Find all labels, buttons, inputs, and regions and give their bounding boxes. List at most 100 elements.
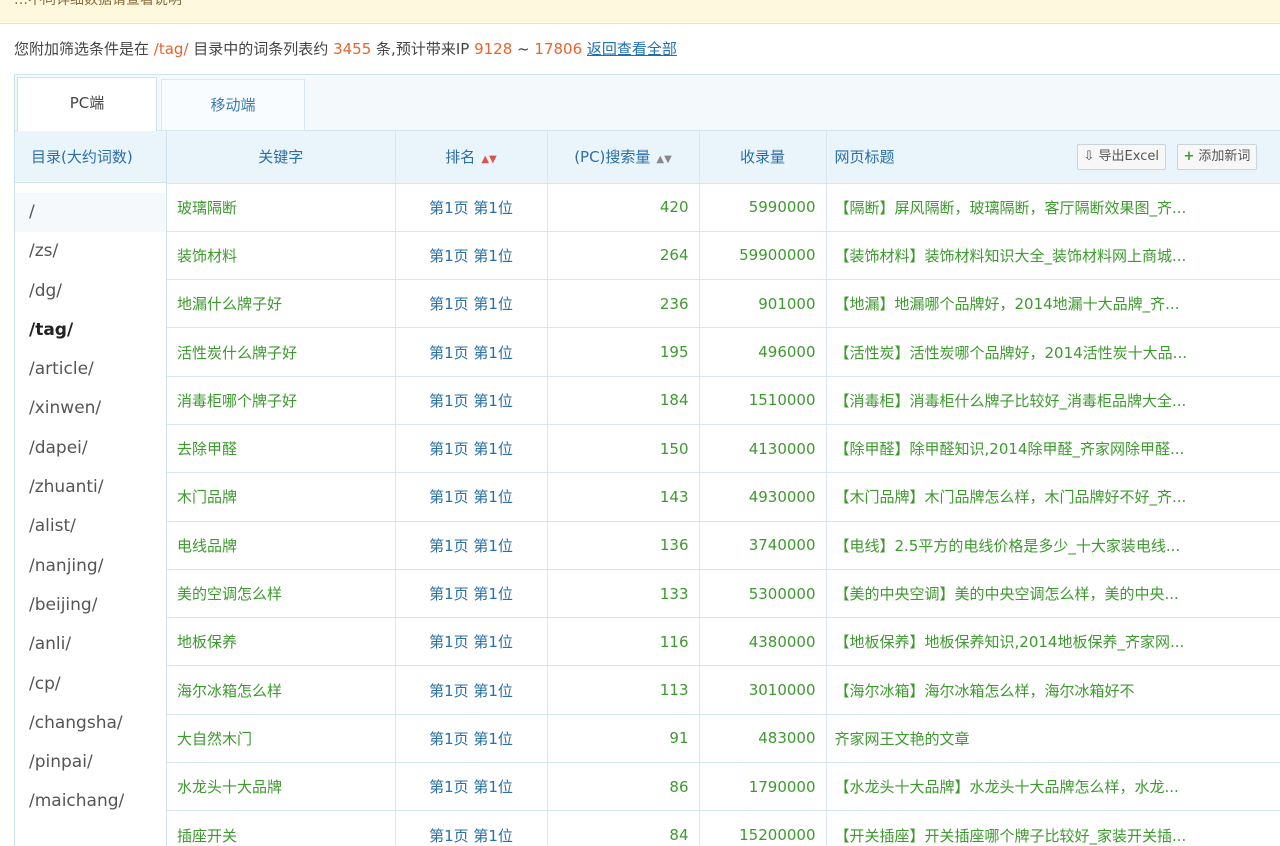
export-excel-button[interactable]: ⇩ 导出Excel [1076,144,1166,170]
directory-sidebar: 目录(大约词数) //zs//dg//tag//article//xinwen/… [15,131,167,846]
keyword-cell[interactable]: 装饰材料 [167,231,396,281]
table-row: 水龙头十大品牌 第1页 第1位 86 1790000 【水龙头十大品牌】水龙头十大品牌怎… [167,762,1280,812]
page-title-cell[interactable]: 【海尔冰箱】海尔冰箱怎么样，海尔冰箱好不 [826,665,1280,715]
keyword-cell[interactable]: 水龙头十大品牌 [167,762,396,812]
directory-item[interactable]: /tag/ [15,311,166,350]
directory-item[interactable]: /article/ [15,350,166,389]
rank-cell: 第1页 第1位 [395,279,548,329]
directory-item[interactable]: /changsha/ [15,704,166,743]
tab-mobile[interactable]: 移动端 [161,79,305,131]
indexed-cell: 15200000 [699,810,827,846]
indexed-cell: 4930000 [699,472,827,522]
indexed-cell: 4130000 [699,424,827,474]
sort-icon[interactable]: ▲▼ [481,154,496,165]
directory-item[interactable]: /alist/ [15,507,166,546]
keyword-cell[interactable]: 地板保养 [167,617,396,667]
keyword-cell[interactable]: 地漏什么牌子好 [167,279,396,329]
add-keyword-button[interactable]: + 添加新词 [1176,144,1258,170]
summary-ip-max: 17806 [534,40,583,58]
table-row: 消毒柜哪个牌子好 第1页 第1位 184 1510000 【消毒柜】消毒柜什么牌子比较好… [167,376,1280,425]
directory-item[interactable]: / [15,193,166,233]
directory-item[interactable]: /maichang/ [15,782,166,821]
table-row: 插座开关 第1页 第1位 84 15200000 【开关插座】开关插座哪个牌子比较好_家… [167,810,1280,846]
keyword-cell[interactable]: 去除甲醛 [167,424,396,474]
indexed-cell: 59900000 [699,231,827,281]
indexed-cell: 5300000 [699,569,827,619]
rank-cell: 第1页 第1位 [395,424,548,474]
header-rank[interactable]: 排名 ▲▼ [395,131,548,184]
rank-cell: 第1页 第1位 [395,472,548,522]
plus-icon: + [1183,149,1195,164]
keyword-cell[interactable]: 海尔冰箱怎么样 [167,665,396,715]
table-row: 玻璃隔断 第1页 第1位 420 5990000 【隔断】屏风隔断，玻璃隔断，客厅隔断效… [167,183,1280,232]
page-title-cell[interactable]: 齐家网王文艳的文章 [826,714,1280,764]
rank-cell: 第1页 第1位 [395,810,548,846]
directory-item[interactable]: /beijing/ [15,586,166,625]
table-row: 电线品牌 第1页 第1位 136 3740000 【电线】2.5平方的电线价格是多少_十… [167,521,1280,570]
keyword-table-wrap: 关键字 排名 ▲▼ (PC)搜索量 ▲▼ 收录量 网页标题 ⇩ 导出Excel + 添… [167,131,1280,846]
summary-ip-sep: ~ [517,40,530,58]
page-title-cell[interactable]: 【电线】2.5平方的电线价格是多少_十大家装电线... [826,521,1280,570]
table-header-row: 关键字 排名 ▲▼ (PC)搜索量 ▲▼ 收录量 网页标题 ⇩ 导出Excel + 添… [167,131,1280,184]
directory-item[interactable]: /cp/ [15,665,166,704]
keyword-cell[interactable]: 大自然木门 [167,714,396,764]
tab-pc[interactable]: PC端 [17,77,157,132]
page-title-cell[interactable]: 【木门品牌】木门品牌怎么样，木门品牌好不好_齐... [826,472,1280,522]
rank-cell: 第1页 第1位 [395,665,548,715]
directory-item[interactable]: /xinwen/ [15,389,166,428]
notice-text: …不同详细数据请查看说明 [14,0,182,8]
rank-cell: 第1页 第1位 [395,183,548,232]
search-volume-cell: 195 [547,327,700,377]
sort-icon[interactable]: ▲▼ [656,154,671,165]
directory-item[interactable]: /dg/ [15,272,166,311]
directory-item[interactable]: /nanjing/ [15,547,166,586]
page-title-cell[interactable]: 【隔断】屏风隔断，玻璃隔断，客厅隔断效果图_齐... [826,183,1280,232]
search-volume-cell: 236 [547,279,700,329]
table-row: 美的空调怎么样 第1页 第1位 133 5300000 【美的中央空调】美的中央空调怎么… [167,569,1280,619]
rank-cell: 第1页 第1位 [395,521,548,570]
table-body: 玻璃隔断 第1页 第1位 420 5990000 【隔断】屏风隔断，玻璃隔断，客厅隔断效… [167,183,1280,846]
table-row: 地板保养 第1页 第1位 116 4380000 【地板保养】地板保养知识,2014地板… [167,617,1280,667]
rank-cell: 第1页 第1位 [395,231,548,281]
keyword-cell[interactable]: 消毒柜哪个牌子好 [167,376,396,425]
page-title-cell[interactable]: 【装饰材料】装饰材料知识大全_装饰材料网上商城... [826,231,1280,281]
page-title-cell[interactable]: 【活性炭】活性炭哪个品牌好，2014活性炭十大品... [826,327,1280,377]
back-to-all-link[interactable]: 返回查看全部 [587,40,677,58]
page-title-cell[interactable]: 【除甲醛】除甲醛知识,2014除甲醛_齐家网除甲醛... [826,424,1280,474]
directory-item[interactable]: /pinpai/ [15,743,166,782]
search-volume-cell: 264 [547,231,700,281]
keyword-cell[interactable]: 美的空调怎么样 [167,569,396,619]
directory-item[interactable]: /zhuanti/ [15,468,166,507]
page-title-cell[interactable]: 【消毒柜】消毒柜什么牌子比较好_消毒柜品牌大全... [826,376,1280,425]
page-title-cell[interactable]: 【地漏】地漏哪个品牌好，2014地漏十大品牌_齐... [826,279,1280,329]
header-search-volume[interactable]: (PC)搜索量 ▲▼ [547,131,700,184]
table-row: 装饰材料 第1页 第1位 264 59900000 【装饰材料】装饰材料知识大全_装饰材… [167,231,1280,281]
header-keyword: 关键字 [167,131,396,184]
keyword-cell[interactable]: 插座开关 [167,810,396,846]
rank-cell: 第1页 第1位 [395,714,548,764]
search-volume-cell: 84 [547,810,700,846]
page-title-cell[interactable]: 【美的中央空调】美的中央空调怎么样，美的中央... [826,569,1280,619]
page-title-cell[interactable]: 【地板保养】地板保养知识,2014地板保养_齐家网... [826,617,1280,667]
page-title-cell[interactable]: 【开关插座】开关插座哪个牌子比较好_家装开关插... [826,810,1280,846]
indexed-cell: 4380000 [699,617,827,667]
export-icon: ⇩ [1083,149,1095,164]
tab-bar: PC端 移动端 [15,75,1280,132]
indexed-cell: 1510000 [699,376,827,425]
directory-item[interactable]: /dapei/ [15,429,166,468]
rank-cell: 第1页 第1位 [395,617,548,667]
indexed-cell: 3740000 [699,521,827,570]
page-title-cell[interactable]: 【水龙头十大品牌】水龙头十大品牌怎么样，水龙... [826,762,1280,812]
keyword-cell[interactable]: 木门品牌 [167,472,396,522]
search-volume-cell: 136 [547,521,700,570]
directory-item[interactable]: /zs/ [15,232,166,271]
keyword-cell[interactable]: 电线品牌 [167,521,396,570]
indexed-cell: 901000 [699,279,827,329]
indexed-cell: 1790000 [699,762,827,812]
summary-count-unit: 条,预计带来IP [376,40,470,58]
keyword-cell[interactable]: 玻璃隔断 [167,183,396,232]
search-volume-cell: 116 [547,617,700,667]
directory-item[interactable]: /anli/ [15,625,166,664]
keyword-cell[interactable]: 活性炭什么牌子好 [167,327,396,377]
keyword-table: 关键字 排名 ▲▼ (PC)搜索量 ▲▼ 收录量 网页标题 ⇩ 导出Excel + 添… [167,131,1280,846]
